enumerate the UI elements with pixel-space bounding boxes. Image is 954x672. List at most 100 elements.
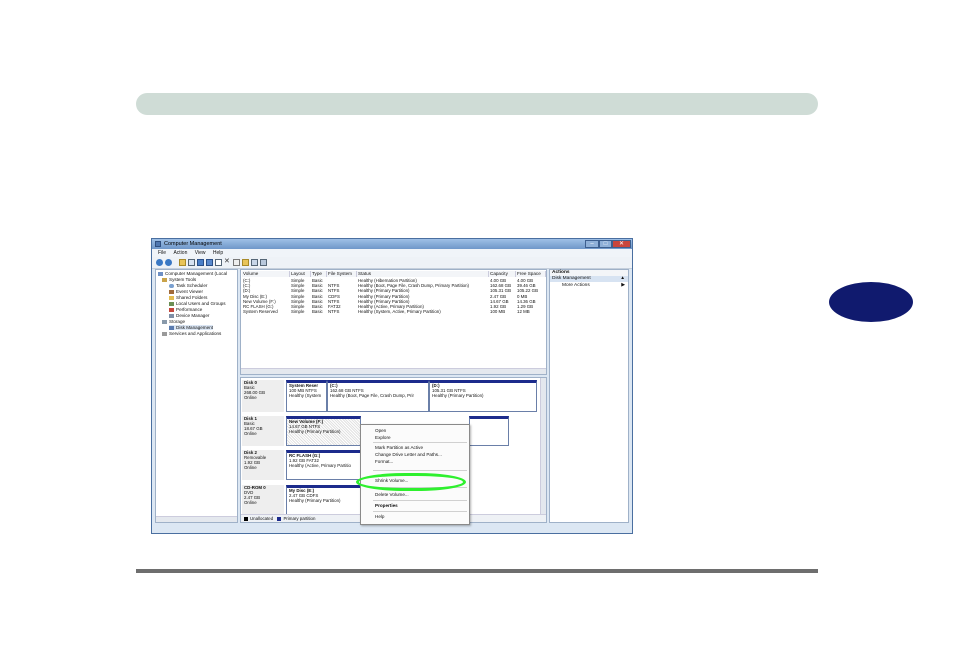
disk-area-scrollbar[interactable] — [540, 378, 546, 516]
volume-cell: System Reserved — [243, 309, 278, 315]
page-header-bar — [136, 93, 818, 115]
menu-help[interactable]: Help — [213, 249, 223, 257]
legend-unallocated: Unallocated — [250, 516, 274, 521]
disk-0-label[interactable]: Disk 0 Basic 268.00 GB Online — [242, 380, 284, 412]
settings-icon[interactable] — [260, 259, 267, 266]
tree-item-local-users-groups[interactable]: Local Users and Groups — [169, 301, 226, 306]
column-layout[interactable]: Layout — [290, 271, 311, 277]
actions-section-disk-management[interactable]: Disk Management ▲ — [550, 276, 628, 282]
search-icon[interactable] — [251, 259, 258, 266]
submenu-arrow-icon: ▶ — [621, 283, 625, 288]
menu-view[interactable]: View — [195, 249, 206, 257]
folder-icon[interactable] — [242, 259, 249, 266]
device-manager-icon — [169, 313, 174, 318]
app-icon — [155, 241, 161, 247]
partition-my-disc-e[interactable]: My Disc (E:) 2.47 GB CDFS Healthy (Prima… — [286, 485, 361, 515]
partition-c[interactable]: (C:) 162.68 GB NTFS Healthy (Boot, Page … — [327, 380, 429, 412]
window-title: Computer Management — [164, 241, 222, 247]
tree-item-shared-folders[interactable]: Shared Folders — [169, 295, 207, 300]
cdrom-0-status: Online — [244, 500, 257, 505]
menu-bar: File Action View Help — [152, 249, 632, 257]
cdrom-0-label[interactable]: CD-ROM 0 DVD 2.47 GB Online — [242, 485, 284, 515]
event-log-icon — [169, 289, 174, 294]
column-volume[interactable]: Volume — [242, 271, 290, 277]
delete-icon[interactable]: ✕ — [224, 258, 231, 266]
tree-item-services-applications[interactable]: Services and Applications — [162, 331, 221, 336]
clock-icon — [169, 283, 174, 288]
users-icon — [169, 301, 174, 306]
partition-status: Healthy (System — [289, 393, 322, 398]
partition-d[interactable]: (D:) 105.31 GB NTFS Healthy (Primary Par… — [429, 380, 537, 412]
disk-management-icon — [169, 325, 174, 330]
more-actions-link[interactable]: More Actions ▶ — [550, 283, 628, 289]
shared-folder-icon — [169, 295, 174, 300]
disk-1-label[interactable]: Disk 1 Basic 18.67 GB Online — [242, 416, 284, 446]
close-button[interactable]: ✕ — [612, 240, 631, 248]
volume-row[interactable]: System Reserved Simple Basic NTFS Healthy (S… — [241, 309, 546, 314]
tree-item-computer-management[interactable]: Computer Management (Local — [158, 271, 227, 276]
tree-item-device-manager[interactable]: Device Manager — [169, 313, 209, 318]
volume-cell: NTFS — [328, 309, 340, 315]
menu-format[interactable]: Format... — [375, 459, 393, 464]
partition-status: Healthy (Active, Primary Partitio — [289, 463, 351, 468]
volume-list-scrollbar[interactable] — [241, 368, 546, 374]
storage-icon — [162, 319, 167, 324]
tree-item-storage[interactable]: Storage — [162, 319, 185, 324]
disk-2-label[interactable]: Disk 2 Removable 1.92 GB Online — [242, 450, 284, 480]
partition-unallocated-disk-1[interactable] — [469, 416, 509, 446]
menu-file[interactable]: File — [158, 249, 166, 257]
help-icon[interactable] — [197, 259, 204, 266]
up-folder-icon[interactable] — [179, 259, 186, 266]
partition-system-reserved[interactable]: System Reser 100 MB NTFS Healthy (System — [286, 380, 327, 412]
tree-item-system-tools[interactable]: System Tools — [162, 277, 196, 282]
computer-icon — [158, 271, 163, 276]
toolbar: ✕ — [152, 257, 632, 269]
back-arrow-icon[interactable] — [156, 259, 163, 266]
column-capacity[interactable]: Capacity — [489, 271, 516, 277]
menu-change-drive-letter[interactable]: Change Drive Letter and Paths... — [375, 452, 442, 457]
menu-properties[interactable]: Properties — [375, 503, 398, 508]
menu-separator — [373, 511, 467, 512]
chapter-tab — [829, 282, 913, 322]
check-icon[interactable] — [233, 259, 240, 266]
menu-explore[interactable]: Explore — [375, 435, 391, 440]
volume-list: Volume Layout Type File System Status Ca… — [240, 269, 547, 375]
performance-icon — [169, 307, 174, 312]
shrink-volume-highlight — [356, 473, 466, 491]
volume-cell: Basic — [312, 309, 323, 315]
volume-cell: Healthy (System, Active, Primary Partiti… — [358, 309, 441, 315]
tree-item-disk-management[interactable]: Disk Management — [169, 325, 214, 330]
menu-mark-partition-active[interactable]: Mark Partition as Active — [375, 445, 423, 450]
partition-rc-flash-g[interactable]: RC FLASH (G:) 1.92 GB FAT32 Healthy (Act… — [286, 450, 361, 480]
maximize-button[interactable]: □ — [599, 240, 612, 248]
column-free-space[interactable]: Free Space — [516, 271, 546, 277]
more-actions-label: More Actions — [562, 283, 590, 288]
column-type[interactable]: Type — [311, 271, 327, 277]
disk-2-status: Online — [244, 465, 257, 470]
column-status[interactable]: Status — [357, 271, 489, 277]
menu-delete-volume[interactable]: Delete Volume... — [375, 492, 409, 497]
legend-unallocated-swatch — [244, 516, 248, 521]
actions-section-label: Disk Management — [552, 276, 591, 281]
menu-help[interactable]: Help — [375, 514, 384, 519]
minimize-button[interactable]: – — [585, 240, 599, 248]
tree-horizontal-scrollbar[interactable] — [156, 516, 237, 522]
partition-status: Healthy (Primary Partition) — [432, 393, 484, 398]
menu-open[interactable]: Open — [375, 428, 386, 433]
volume-cell: 100 MB — [490, 309, 506, 315]
tree-item-task-scheduler[interactable]: Task Scheduler — [169, 283, 207, 288]
legend-primary-swatch — [277, 516, 282, 521]
partition-status: Healthy (Boot, Page File, Crash Dump, Pr… — [330, 393, 414, 398]
tree-item-performance[interactable]: Performance — [169, 307, 202, 312]
menu-separator — [373, 500, 467, 501]
menu-action[interactable]: Action — [173, 249, 187, 257]
services-icon — [162, 331, 167, 336]
show-hide-tree-icon[interactable] — [188, 259, 195, 266]
partition-new-volume-f[interactable]: New Volume (F:) 14.67 GB NTFS Healthy (P… — [286, 416, 361, 446]
properties-icon[interactable] — [206, 259, 213, 266]
forward-arrow-icon[interactable] — [165, 259, 172, 266]
tree-item-event-viewer[interactable]: Event Viewer — [169, 289, 203, 294]
column-file-system[interactable]: File System — [327, 271, 357, 277]
export-icon[interactable] — [215, 259, 222, 266]
actions-pane: Actions Disk Management ▲ More Actions ▶ — [549, 269, 629, 523]
